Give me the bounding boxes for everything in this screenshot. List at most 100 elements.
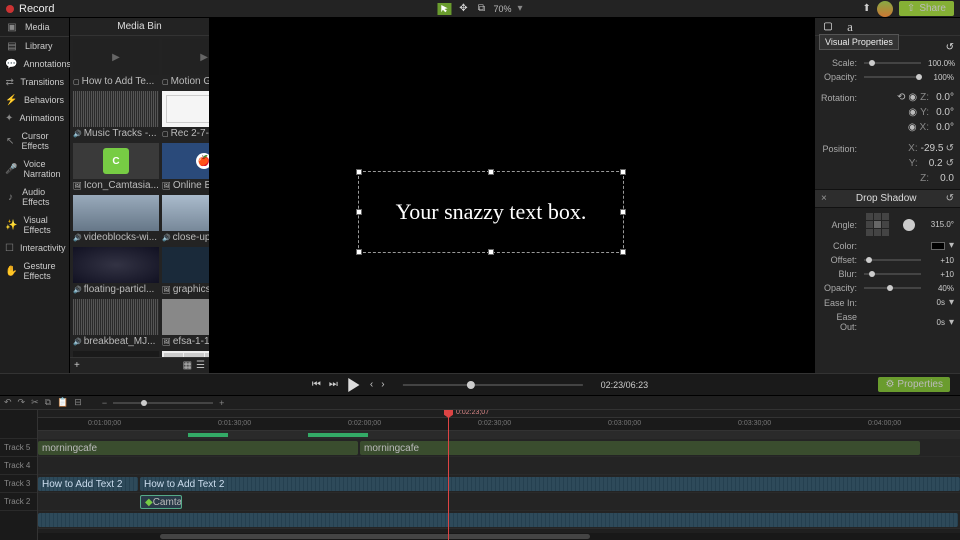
video-clip[interactable]: How to Add Text 2 [38,477,138,491]
resize-handle[interactable] [356,249,362,255]
blur-slider[interactable] [864,273,921,275]
track-5[interactable]: morningcafe morningcafe [38,439,960,457]
timeline-zoom-slider[interactable] [113,402,213,404]
pos-x[interactable]: -29.5 [921,143,943,154]
nav-interactivity[interactable]: ☐Interactivity [0,239,69,257]
media-item[interactable]: 🍎🖼Online Educati... [162,143,209,192]
rot-z-icon[interactable]: ⟲ [897,92,905,103]
tracks-area[interactable]: 0:01:00;000:01:30;000:02:00;000:02:30;00… [38,410,960,540]
playhead[interactable] [448,410,449,540]
remove-effect-icon[interactable]: × [821,193,827,204]
next-frame-icon[interactable]: › [381,379,384,390]
angle-dial[interactable] [903,219,915,231]
reset-y-icon[interactable]: ↺ [946,158,954,169]
scale-value[interactable]: 100.0% [928,59,954,68]
undo-icon[interactable]: ↶ [4,397,12,408]
pos-y[interactable]: 0.2 [921,158,943,169]
resize-handle[interactable] [620,249,626,255]
track-2[interactable]: ◆Camtasia [38,493,960,511]
upload-icon[interactable]: ⬆ [863,3,871,14]
track-4[interactable] [38,457,960,475]
copy-icon[interactable]: ⧉ [45,397,51,408]
nav-behaviors[interactable]: ⚡Behaviors [0,91,69,109]
track-3[interactable]: How to Add Text 2 How to Add Text 2 [38,475,960,493]
pos-z[interactable]: 0.0 [932,173,954,184]
color-dropdown-icon[interactable]: ▾ [949,240,954,251]
media-item[interactable]: 🔊floating-particl... [73,247,159,296]
split-icon[interactable]: ⊟ [74,397,82,408]
audio-clip[interactable]: morningcafe [360,441,920,455]
media-item[interactable]: 🖼efsa-1-11-1269 [162,299,209,348]
media-item[interactable]: ▢Rec 2-7-2020 1 [162,91,209,140]
video-clip[interactable]: How to Add Text 2 [140,477,960,491]
nav-transitions[interactable]: ⇄Transitions [0,73,69,91]
grid-view-icon[interactable]: ▦ [183,360,192,371]
step-back-icon[interactable]: ⏭ [329,379,338,390]
text-props-tab[interactable]: a [843,20,857,34]
media-item[interactable]: ▶▢How to Add Te... [73,39,159,88]
paste-icon[interactable]: 📋 [57,397,68,408]
prev-frame-icon[interactable]: ‹ [370,379,373,390]
easeout-dd-icon[interactable]: ▾ [949,317,954,328]
media-item[interactable]: 🔊Music Tracks -... [73,91,159,140]
opacity-value[interactable]: 100% [928,73,954,82]
nav-animations[interactable]: ✦Animations [0,109,69,127]
select-tool[interactable] [437,3,451,15]
angle-picker[interactable] [866,213,889,236]
nav-library[interactable]: ▤Library [0,37,69,55]
rot-y-vis[interactable]: ◉ [908,107,917,118]
rot-z-vis[interactable]: ◉ [908,92,917,103]
resize-handle[interactable] [356,209,362,215]
user-avatar[interactable] [877,1,893,17]
zoom-level[interactable]: 70% [493,4,511,14]
nav-cursor-effects[interactable]: ↖Cursor Effects [0,127,69,155]
rot-y[interactable]: 0.0° [932,107,954,118]
redo-icon[interactable]: ↷ [18,397,26,408]
nav-audio-effects[interactable]: ♪Audio Effects [0,183,69,211]
media-item[interactable]: 🔊breakbeat_MJ... [73,299,159,348]
rot-z[interactable]: 0.0° [932,92,954,103]
rot-x-vis[interactable]: ◉ [908,122,917,133]
hand-tool[interactable]: ✥ [457,3,469,15]
track-4-label[interactable]: Track 4 [0,457,37,475]
nav-gesture-effects[interactable]: ✋Gesture Effects [0,257,69,285]
media-item[interactable]: 🖼graphicstock-c... [162,247,209,296]
marker[interactable] [188,433,228,437]
cut-icon[interactable]: ✂ [31,397,39,408]
media-item[interactable]: ▢Rec 2-7-2020 2 [162,351,209,357]
properties-button[interactable]: ⚙Properties [878,377,950,392]
resize-handle[interactable] [488,169,494,175]
track-1[interactable] [38,511,960,529]
text-callout-selection[interactable]: Your snazzy text box. [358,171,624,253]
resize-handle[interactable] [356,169,362,175]
nav-annotations[interactable]: 💬Annotations [0,55,69,73]
playback-scrubber[interactable] [403,384,583,386]
media-item[interactable]: ▶▢Motion Graphi... [162,39,209,88]
resize-handle[interactable] [488,249,494,255]
add-media-icon[interactable]: + [74,360,80,371]
rot-x[interactable]: 0.0° [932,122,954,133]
offset-value[interactable]: +10 [928,256,954,265]
ds-opacity-slider[interactable] [864,287,921,289]
resize-handle[interactable] [620,209,626,215]
list-view-icon[interactable]: ☰ [196,360,205,371]
timeline-ruler[interactable]: 0:01:00;000:01:30;000:02:00;000:02:30;00… [38,418,960,431]
canvas[interactable]: Your snazzy text box. [210,18,814,373]
media-item[interactable]: 🔊close-up-of-yo... [162,195,209,244]
zoom-in-icon[interactable]: + [219,398,224,408]
media-item[interactable]: 🔊videoblocks-wi... [73,195,159,244]
scale-slider[interactable] [864,62,921,64]
media-item[interactable]: ◆ Camtasia🖼Logo_Hrz_Ca... [73,351,159,357]
zoom-out-icon[interactable]: − [102,398,107,408]
easein-dd-icon[interactable]: ▾ [949,297,954,308]
nav-voice-narration[interactable]: 🎤Voice Narration [0,155,69,183]
image-clip[interactable]: ◆Camtasia [140,495,182,509]
canvas-area[interactable]: Your snazzy text box. [210,18,814,373]
track-5-label[interactable]: Track 5 [0,439,37,457]
video-clip[interactable] [38,513,958,527]
marker[interactable] [308,433,368,437]
timeline-scrollbar[interactable] [38,533,960,540]
easeout-value[interactable]: 0s [919,318,945,327]
track-2-label[interactable]: Track 2 [0,493,37,511]
nav-media[interactable]: ▣Media [0,18,69,37]
